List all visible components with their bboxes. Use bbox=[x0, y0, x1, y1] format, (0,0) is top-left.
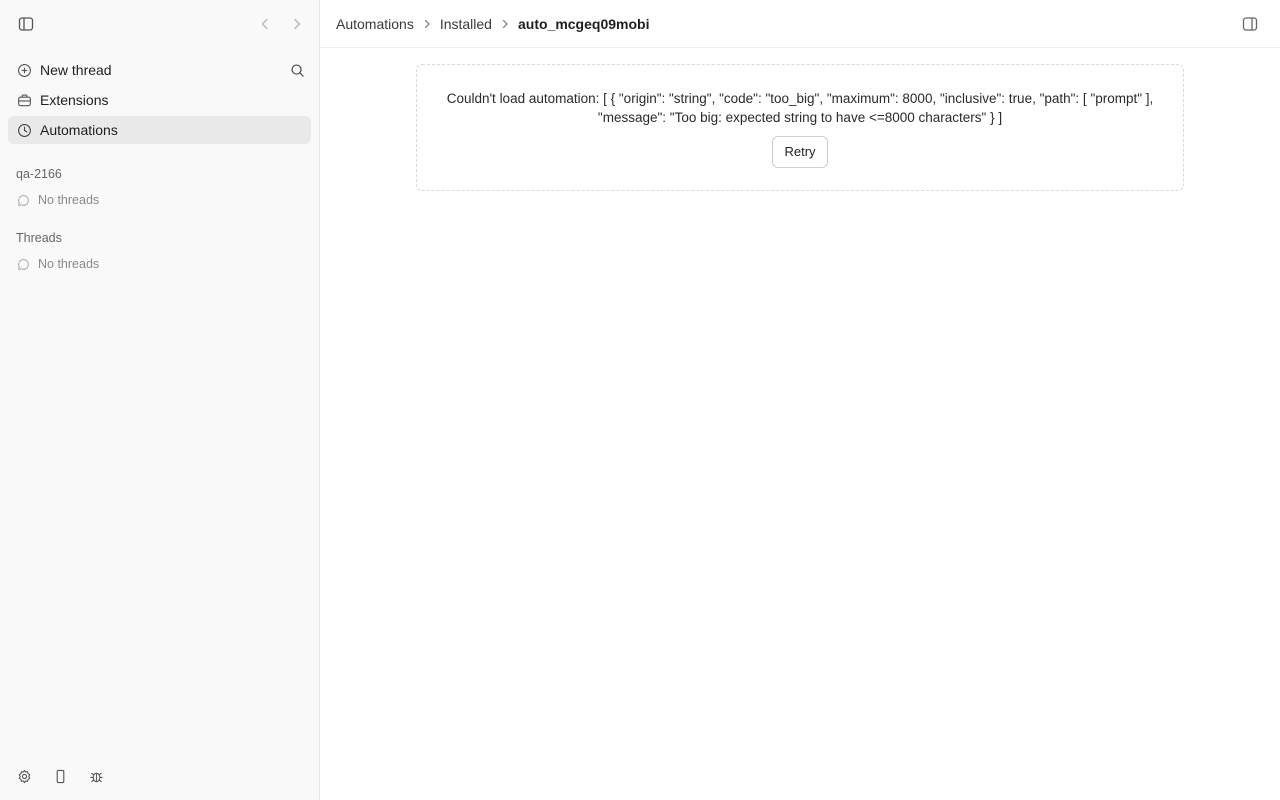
sidebar-item-label: New thread bbox=[40, 62, 112, 78]
empty-threads-label: No threads bbox=[38, 257, 100, 271]
breadcrumb-automations[interactable]: Automations bbox=[336, 16, 414, 32]
retry-button[interactable]: Retry bbox=[772, 136, 828, 168]
chevron-right-icon bbox=[492, 18, 518, 30]
chevron-right-icon[interactable] bbox=[285, 12, 309, 36]
sidebar-item-automations[interactable]: Automations bbox=[8, 116, 311, 144]
chevron-left-icon[interactable] bbox=[253, 12, 277, 36]
chevron-right-icon bbox=[414, 18, 440, 30]
sidebar: New thread Extensions Automations qa-216… bbox=[0, 0, 320, 800]
search-icon[interactable] bbox=[289, 62, 305, 78]
panel-right-icon[interactable] bbox=[1238, 12, 1262, 36]
bug-icon[interactable] bbox=[84, 764, 108, 788]
empty-threads-label: No threads bbox=[38, 193, 100, 207]
breadcrumb: Automations Installed auto_mcgeq09mobi bbox=[336, 16, 649, 32]
breadcrumb-installed[interactable]: Installed bbox=[440, 16, 492, 32]
empty-threads: No threads bbox=[16, 191, 306, 209]
sidebar-toggle-icon[interactable] bbox=[14, 12, 38, 36]
sidebar-item-extensions[interactable]: Extensions bbox=[8, 86, 311, 114]
chat-bubble-icon bbox=[16, 257, 30, 271]
error-message: Couldn't load automation: [ { "origin": … bbox=[446, 91, 1154, 125]
main-panel: Automations Installed auto_mcgeq09mobi C… bbox=[320, 0, 1280, 800]
chat-bubble-icon bbox=[16, 193, 30, 207]
clock-icon bbox=[16, 122, 32, 138]
sidebar-item-label: Automations bbox=[40, 122, 118, 138]
sidebar-item-label: Extensions bbox=[40, 92, 109, 108]
briefcase-icon bbox=[16, 92, 32, 108]
gear-icon[interactable] bbox=[12, 764, 36, 788]
thread-group-qa-2166: qa-2166 No threads bbox=[16, 165, 306, 209]
phone-icon[interactable] bbox=[48, 764, 72, 788]
group-title: qa-2166 bbox=[16, 167, 62, 181]
sidebar-nav: New thread Extensions Automations bbox=[8, 56, 311, 146]
sidebar-header bbox=[0, 0, 319, 48]
breadcrumb-current: auto_mcgeq09mobi bbox=[517, 15, 650, 32]
sidebar-item-new-thread[interactable]: New thread bbox=[8, 56, 311, 84]
header: Automations Installed auto_mcgeq09mobi bbox=[320, 0, 1280, 48]
plus-circle-icon bbox=[16, 62, 32, 78]
error-panel: Couldn't load automation: [ { "origin": … bbox=[416, 64, 1184, 191]
thread-group-threads: Threads No threads bbox=[16, 229, 306, 273]
sidebar-footer bbox=[12, 764, 108, 788]
empty-threads: No threads bbox=[16, 255, 306, 273]
group-title: Threads bbox=[16, 231, 62, 245]
